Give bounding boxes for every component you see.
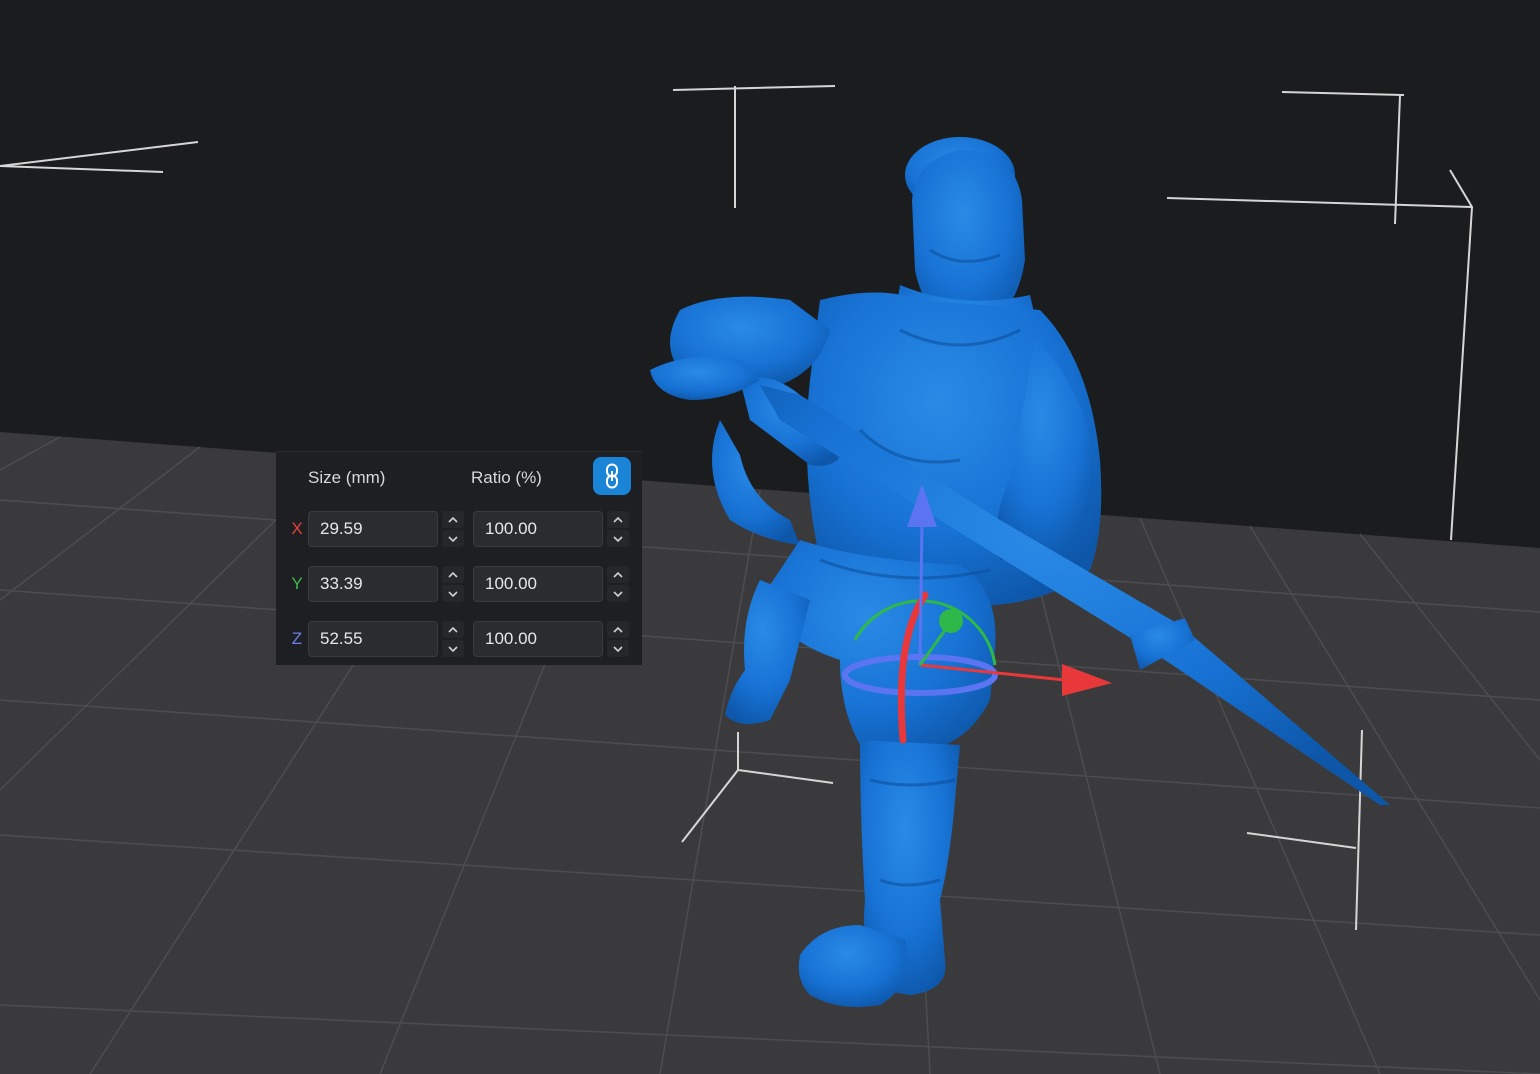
size-z-decrement-button[interactable] [442, 640, 464, 657]
size-z-stepper[interactable] [442, 621, 464, 657]
size-y-increment-button[interactable] [442, 566, 464, 583]
chevron-down-icon [613, 645, 623, 652]
scale-row-z: Z 52.55 100.00 [276, 619, 642, 659]
ratio-y-increment-button[interactable] [607, 566, 629, 583]
axis-label-y: Y [291, 574, 303, 593]
ratio-z-decrement-button[interactable] [607, 640, 629, 657]
size-x-stepper[interactable] [442, 511, 464, 547]
ratio-y-decrement-button[interactable] [607, 585, 629, 602]
size-x-input[interactable]: 29.59 [308, 511, 438, 547]
chevron-down-icon [448, 590, 458, 597]
chevron-down-icon [448, 535, 458, 542]
3d-viewport[interactable] [0, 0, 1540, 1074]
size-x-increment-button[interactable] [442, 511, 464, 528]
size-y-decrement-button[interactable] [442, 585, 464, 602]
chevron-up-icon [613, 516, 623, 523]
ratio-x-decrement-button[interactable] [607, 530, 629, 547]
ratio-y-stepper[interactable] [607, 566, 629, 602]
size-y-input[interactable]: 33.39 [308, 566, 438, 602]
chevron-up-icon [448, 516, 458, 523]
size-y-stepper[interactable] [442, 566, 464, 602]
chevron-down-icon [448, 645, 458, 652]
ratio-z-input[interactable]: 100.00 [473, 621, 603, 657]
ratio-x-stepper[interactable] [607, 511, 629, 547]
scale-panel: Size (mm) Ratio (%) X 29.59 100.00 Y 33.… [276, 451, 642, 665]
size-x-decrement-button[interactable] [442, 530, 464, 547]
chevron-down-icon [613, 590, 623, 597]
size-header: Size (mm) [308, 468, 386, 487]
chevron-up-icon [613, 571, 623, 578]
ratio-x-input[interactable]: 100.00 [473, 511, 603, 547]
gizmo-y-handle-icon[interactable] [939, 609, 963, 633]
uniform-scale-lock-button[interactable] [593, 457, 631, 495]
ratio-y-input[interactable]: 100.00 [473, 566, 603, 602]
chevron-up-icon [448, 571, 458, 578]
scale-panel-header: Size (mm) Ratio (%) [276, 452, 642, 504]
chevron-up-icon [613, 626, 623, 633]
gizmo-z-axis-line[interactable] [918, 519, 924, 666]
ratio-x-increment-button[interactable] [607, 511, 629, 528]
size-z-input[interactable]: 52.55 [308, 621, 438, 657]
chevron-down-icon [613, 535, 623, 542]
ratio-header: Ratio (%) [471, 468, 542, 487]
axis-label-z: Z [291, 629, 303, 648]
axis-label-x: X [291, 519, 303, 538]
link-icon [606, 463, 618, 489]
scale-row-x: X 29.59 100.00 [276, 509, 642, 549]
ratio-z-increment-button[interactable] [607, 621, 629, 638]
scale-row-y: Y 33.39 100.00 [276, 564, 642, 604]
viewport-canvas[interactable] [0, 0, 1540, 1074]
ratio-z-stepper[interactable] [607, 621, 629, 657]
chevron-up-icon [448, 626, 458, 633]
size-z-increment-button[interactable] [442, 621, 464, 638]
